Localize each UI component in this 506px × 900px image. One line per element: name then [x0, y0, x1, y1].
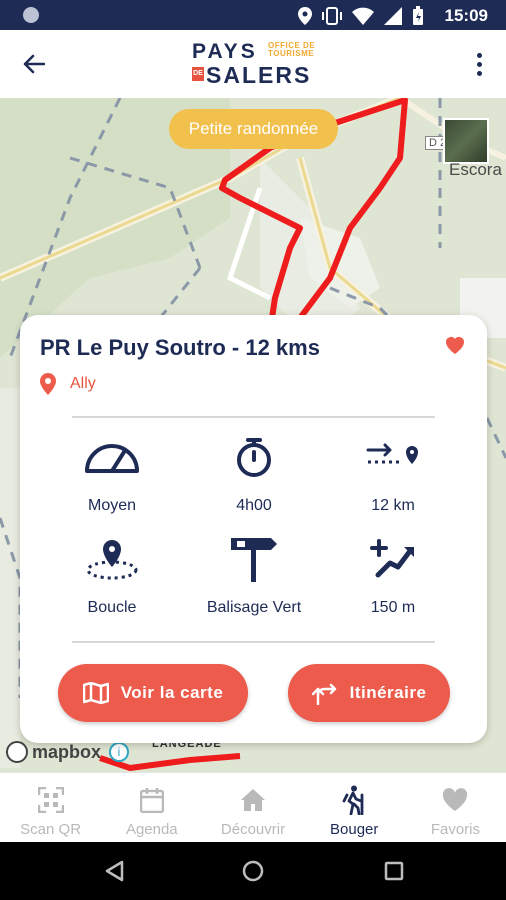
system-back-icon[interactable]: [104, 860, 124, 882]
more-vert-icon: [476, 52, 482, 58]
location-pin-icon: [40, 373, 56, 395]
view-map-label: Voir la carte: [120, 683, 224, 702]
system-recents-icon[interactable]: [384, 861, 404, 881]
feature-label: 12 km: [371, 497, 415, 514]
logo-office-text: OFFICE DE TOURISME: [268, 41, 316, 58]
trail-card: PR Le Puy Soutro - 12 kms Ally Moyen 4h0…: [20, 315, 487, 743]
nav-label: Agenda: [125, 821, 178, 838]
vibrate-icon: [322, 7, 342, 25]
feature-label: 150 m: [370, 599, 416, 616]
back-button[interactable]: [14, 44, 54, 84]
feature-difficulty: Moyen: [42, 433, 182, 515]
feature-duration: 4h00: [184, 433, 324, 515]
status-bar: 15:09: [0, 0, 506, 30]
favorite-heart-icon[interactable]: [443, 333, 467, 357]
nav-label: Découvrir: [220, 821, 286, 838]
nav-label: Favoris: [430, 821, 480, 838]
calendar-icon: [139, 788, 164, 813]
system-home-icon[interactable]: [242, 860, 264, 882]
feature-elevation: 150 m: [323, 535, 463, 617]
signpost-icon: [231, 538, 277, 582]
info-icon[interactable]: i: [109, 742, 130, 762]
distance-route-icon: [366, 443, 418, 464]
map-icon: [82, 682, 109, 704]
battery-icon: [413, 6, 423, 25]
itinerary-label: Itinéraire: [349, 683, 427, 702]
arrow-left-icon: [23, 54, 45, 74]
notification-dot-icon: [23, 7, 39, 23]
feature-type: Boucle: [42, 535, 182, 617]
signal-icon: [384, 7, 402, 25]
loop-pin-icon: [86, 540, 138, 580]
feature-marking: Balisage Vert: [184, 535, 324, 617]
location-text: Ally: [70, 375, 96, 392]
logo-salers-text: SALERS: [206, 62, 312, 88]
nav-item-bouger[interactable]: Bouger: [304, 773, 405, 842]
nav-item-decouvrir[interactable]: Découvrir: [202, 773, 303, 842]
feature-label: Boucle: [87, 599, 137, 616]
view-map-button[interactable]: Voir la carte: [58, 664, 248, 722]
trail-location: Ally: [40, 373, 96, 395]
home-icon: [241, 789, 265, 811]
nav-label: Bouger: [330, 821, 379, 838]
nav-label: Scan QR: [20, 821, 82, 838]
directions-icon: [311, 683, 336, 705]
qr-code-icon: [37, 787, 64, 813]
logo-de-badge: DE: [192, 67, 204, 81]
divider-bottom: [72, 641, 435, 643]
overflow-menu-button[interactable]: [464, 44, 494, 84]
heart-icon: [443, 788, 468, 811]
divider-top: [72, 416, 435, 418]
system-navigation-bar: [0, 842, 506, 900]
bottom-navigation: Scan QR Agenda Découvrir Bouger Favoris: [0, 772, 506, 842]
nav-item-agenda[interactable]: Agenda: [101, 773, 202, 842]
satellite-toggle-thumbnail[interactable]: [443, 118, 489, 164]
app-bar: PAYS OFFICE DE TOURISME DE SALERS: [0, 30, 506, 98]
elevation-gain-icon: [370, 539, 414, 578]
nav-item-favoris[interactable]: Favoris: [405, 773, 506, 842]
feature-label: Balisage Vert: [206, 599, 302, 616]
mapbox-text: mapbox: [32, 741, 102, 762]
mapbox-attribution[interactable]: mapbox i: [6, 741, 130, 763]
feature-distance: 12 km: [323, 433, 463, 515]
mapbox-logo-icon: [6, 741, 28, 763]
nav-item-scan-qr[interactable]: Scan QR: [0, 773, 101, 842]
stopwatch-icon: [237, 438, 271, 477]
feature-label: 4h00: [236, 497, 272, 514]
place-label: Escora: [449, 160, 502, 179]
wifi-icon: [352, 7, 374, 25]
category-pill[interactable]: Petite randonnée: [169, 109, 338, 149]
location-status-icon: [298, 7, 312, 25]
pays-de-salers-logo: PAYS OFFICE DE TOURISME DE SALERS: [192, 40, 322, 88]
status-icons: [298, 6, 424, 26]
trail-title: PR Le Puy Soutro - 12 kms: [40, 335, 320, 360]
logo-pays-text: PAYS: [192, 40, 258, 63]
itinerary-button[interactable]: Itinéraire: [288, 664, 450, 722]
status-time: 15:09: [444, 6, 488, 25]
difficulty-gauge-icon: [85, 444, 139, 473]
hiker-icon: [342, 785, 364, 815]
feature-label: Moyen: [87, 497, 137, 514]
